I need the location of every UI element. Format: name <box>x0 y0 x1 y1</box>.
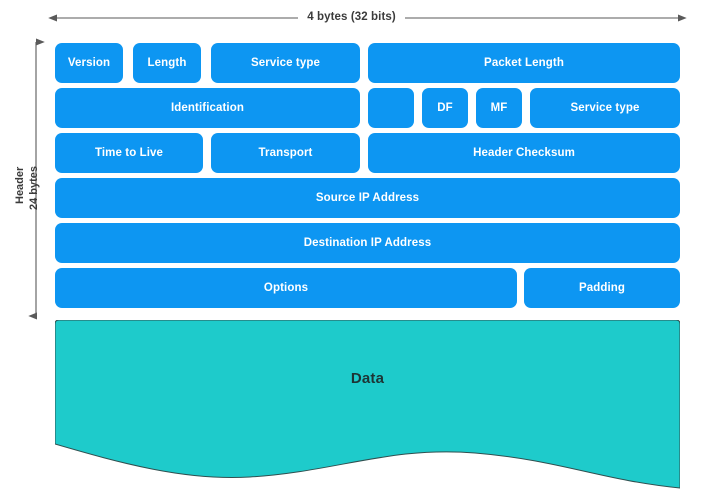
header-field-unlabeled <box>368 88 414 128</box>
header-label: Header <box>14 166 26 204</box>
header-height-arrow-icon <box>28 38 45 320</box>
header-field-padding: Padding <box>524 268 680 308</box>
header-row-6: Options Padding <box>55 268 680 308</box>
header-field-time-to-live: Time to Live <box>55 133 203 173</box>
header-field-df: DF <box>422 88 468 128</box>
header-field-mf: MF <box>476 88 522 128</box>
header-field-length: Length <box>133 43 201 83</box>
top-width-measure: 4 bytes (32 bits) <box>0 0 703 40</box>
header-field-packet-length: Packet Length <box>368 43 680 83</box>
top-measure-text: 4 bytes (32 bits) <box>298 11 405 23</box>
header-field-identification: Identification <box>55 88 360 128</box>
header-field-source-ip-address: Source IP Address <box>55 178 680 218</box>
header-row-2: Identification DF MF Service type <box>55 88 680 128</box>
header-field-service-type: Service type <box>211 43 360 83</box>
header-field-version: Version <box>55 43 123 83</box>
header-field-service-type: Service type <box>530 88 680 128</box>
top-measure-label: 4 bytes (32 bits) <box>0 11 703 23</box>
header-row-3: Time to Live Transport Header Checksum <box>55 133 680 173</box>
header-field-transport: Transport <box>211 133 360 173</box>
data-payload-shape <box>55 320 680 489</box>
header-field-options: Options <box>55 268 517 308</box>
data-payload-label: Data <box>350 370 385 387</box>
data-payload-block: Data <box>55 320 680 500</box>
header-row-5: Destination IP Address <box>55 223 680 263</box>
header-row-4: Source IP Address <box>55 178 680 218</box>
header-bytes-label: 24 bytes <box>28 165 40 210</box>
header-field-destination-ip-address: Destination IP Address <box>55 223 680 263</box>
header-row-1: Version Length Service type Packet Length <box>55 43 680 83</box>
ip-header-diagram: 4 bytes (32 bits) Header 24 bytes Versio… <box>0 0 703 500</box>
header-field-header-checksum: Header Checksum <box>368 133 680 173</box>
